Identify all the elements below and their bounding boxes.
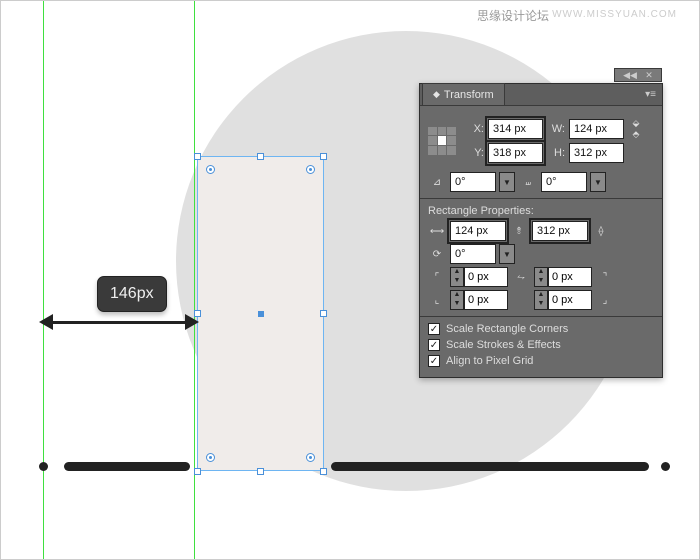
selection-handle[interactable] — [257, 468, 264, 475]
scale-corners-checkbox[interactable]: ✓ — [428, 323, 440, 335]
shear-input[interactable] — [541, 172, 587, 192]
pixel-grid-label: Align to Pixel Grid — [446, 355, 533, 367]
w-label: W: — [547, 123, 565, 135]
h-input[interactable] — [569, 143, 624, 163]
selection-handle[interactable] — [257, 153, 264, 160]
anchor-point[interactable] — [206, 453, 215, 462]
x-label: X: — [466, 123, 484, 135]
h-label: H: — [547, 147, 565, 159]
panel-divider — [420, 316, 662, 317]
panel-divider — [420, 198, 662, 199]
panel-menu-icon[interactable]: ▾≡ — [639, 89, 662, 100]
corner-br-stepper[interactable]: ▲▼ — [534, 290, 592, 310]
scale-strokes-label: Scale Strokes & Effects — [446, 339, 561, 351]
corner-tl-icon: ⌜ — [428, 268, 446, 286]
rect-rotate-dropdown[interactable]: ▼ — [499, 244, 515, 264]
rect-height-input[interactable] — [532, 221, 588, 241]
shear-dropdown[interactable]: ▼ — [590, 172, 606, 192]
tab-label: Transform — [444, 89, 494, 101]
link-corners-icon[interactable]: ⥊ — [512, 268, 530, 286]
guide-vertical-right[interactable] — [194, 1, 195, 559]
shear-icon: ⧢ — [519, 173, 537, 191]
rotate-input[interactable] — [450, 172, 496, 192]
selection-handle[interactable] — [194, 153, 201, 160]
anchor-point[interactable] — [306, 165, 315, 174]
distance-arrow-head-right — [185, 314, 199, 330]
scale-corners-label: Scale Rectangle Corners — [446, 323, 568, 335]
watermark-url: WWW.MISSYUAN.COM — [552, 9, 677, 20]
corner-tr-input[interactable] — [548, 267, 592, 287]
selection-handle[interactable] — [320, 153, 327, 160]
selection-handle[interactable] — [320, 310, 327, 317]
selection-handle[interactable] — [320, 468, 327, 475]
w-input[interactable] — [569, 119, 624, 139]
anchor-point[interactable] — [206, 165, 215, 174]
watermark-cn: 思缘设计论坛 — [477, 7, 549, 24]
corner-tl-stepper[interactable]: ▲▼ — [450, 267, 508, 287]
rect-rotate-input[interactable] — [450, 244, 496, 264]
guide-vertical-left[interactable] — [43, 1, 44, 559]
link-rect-wh-icon[interactable]: ⥉ — [510, 222, 528, 240]
rect-rotate-icon: ⟳ — [428, 245, 446, 263]
corner-tl-input[interactable] — [464, 267, 508, 287]
selection-handle[interactable] — [194, 468, 201, 475]
corner-bl-stepper[interactable]: ▲▼ — [450, 290, 508, 310]
anchor-point[interactable] — [306, 453, 315, 462]
rect-width-icon: ⟷ — [428, 222, 446, 240]
panel-tab-row: ◆ Transform ▾≡ — [420, 84, 662, 106]
y-label: Y: — [466, 147, 484, 159]
dash-seg — [64, 462, 190, 471]
corner-bl-input[interactable] — [464, 290, 508, 310]
tab-transform[interactable]: ◆ Transform — [422, 83, 505, 105]
rotate-dropdown[interactable]: ▼ — [499, 172, 515, 192]
y-input[interactable] — [488, 143, 543, 163]
flyout-grip[interactable]: ◀◀✕ — [614, 68, 662, 82]
selected-rectangle[interactable] — [197, 156, 324, 471]
rotate-icon: ⊿ — [428, 173, 446, 191]
corner-br-icon: ⌟ — [596, 291, 614, 309]
distance-arrow-line — [53, 321, 185, 324]
corner-tr-icon: ⌝ — [596, 268, 614, 286]
corner-tr-stepper[interactable]: ▲▼ — [534, 267, 592, 287]
dash-seg — [331, 462, 649, 471]
rect-properties-label: Rectangle Properties: — [428, 205, 654, 217]
center-point[interactable] — [258, 311, 264, 317]
pixel-grid-checkbox[interactable]: ✓ — [428, 355, 440, 367]
dash-dot — [39, 462, 48, 471]
x-input[interactable] — [488, 119, 543, 139]
corner-br-input[interactable] — [548, 290, 592, 310]
rect-width-input[interactable] — [450, 221, 506, 241]
dash-dot — [661, 462, 670, 471]
distance-arrow-head-left — [39, 314, 53, 330]
scale-strokes-checkbox[interactable]: ✓ — [428, 339, 440, 351]
transform-panel: ◀◀✕ ◆ Transform ▾≡ X: W: ⬙⬘ — [419, 83, 663, 378]
rect-height-icon: ⟠ — [592, 222, 610, 240]
link-wh-icon[interactable]: ⬙⬘ — [628, 118, 644, 140]
corner-bl-icon: ⌞ — [428, 291, 446, 309]
distance-badge: 146px — [97, 276, 167, 312]
tab-expand-icon: ◆ — [433, 89, 440, 100]
reference-point-selector[interactable] — [428, 127, 456, 155]
